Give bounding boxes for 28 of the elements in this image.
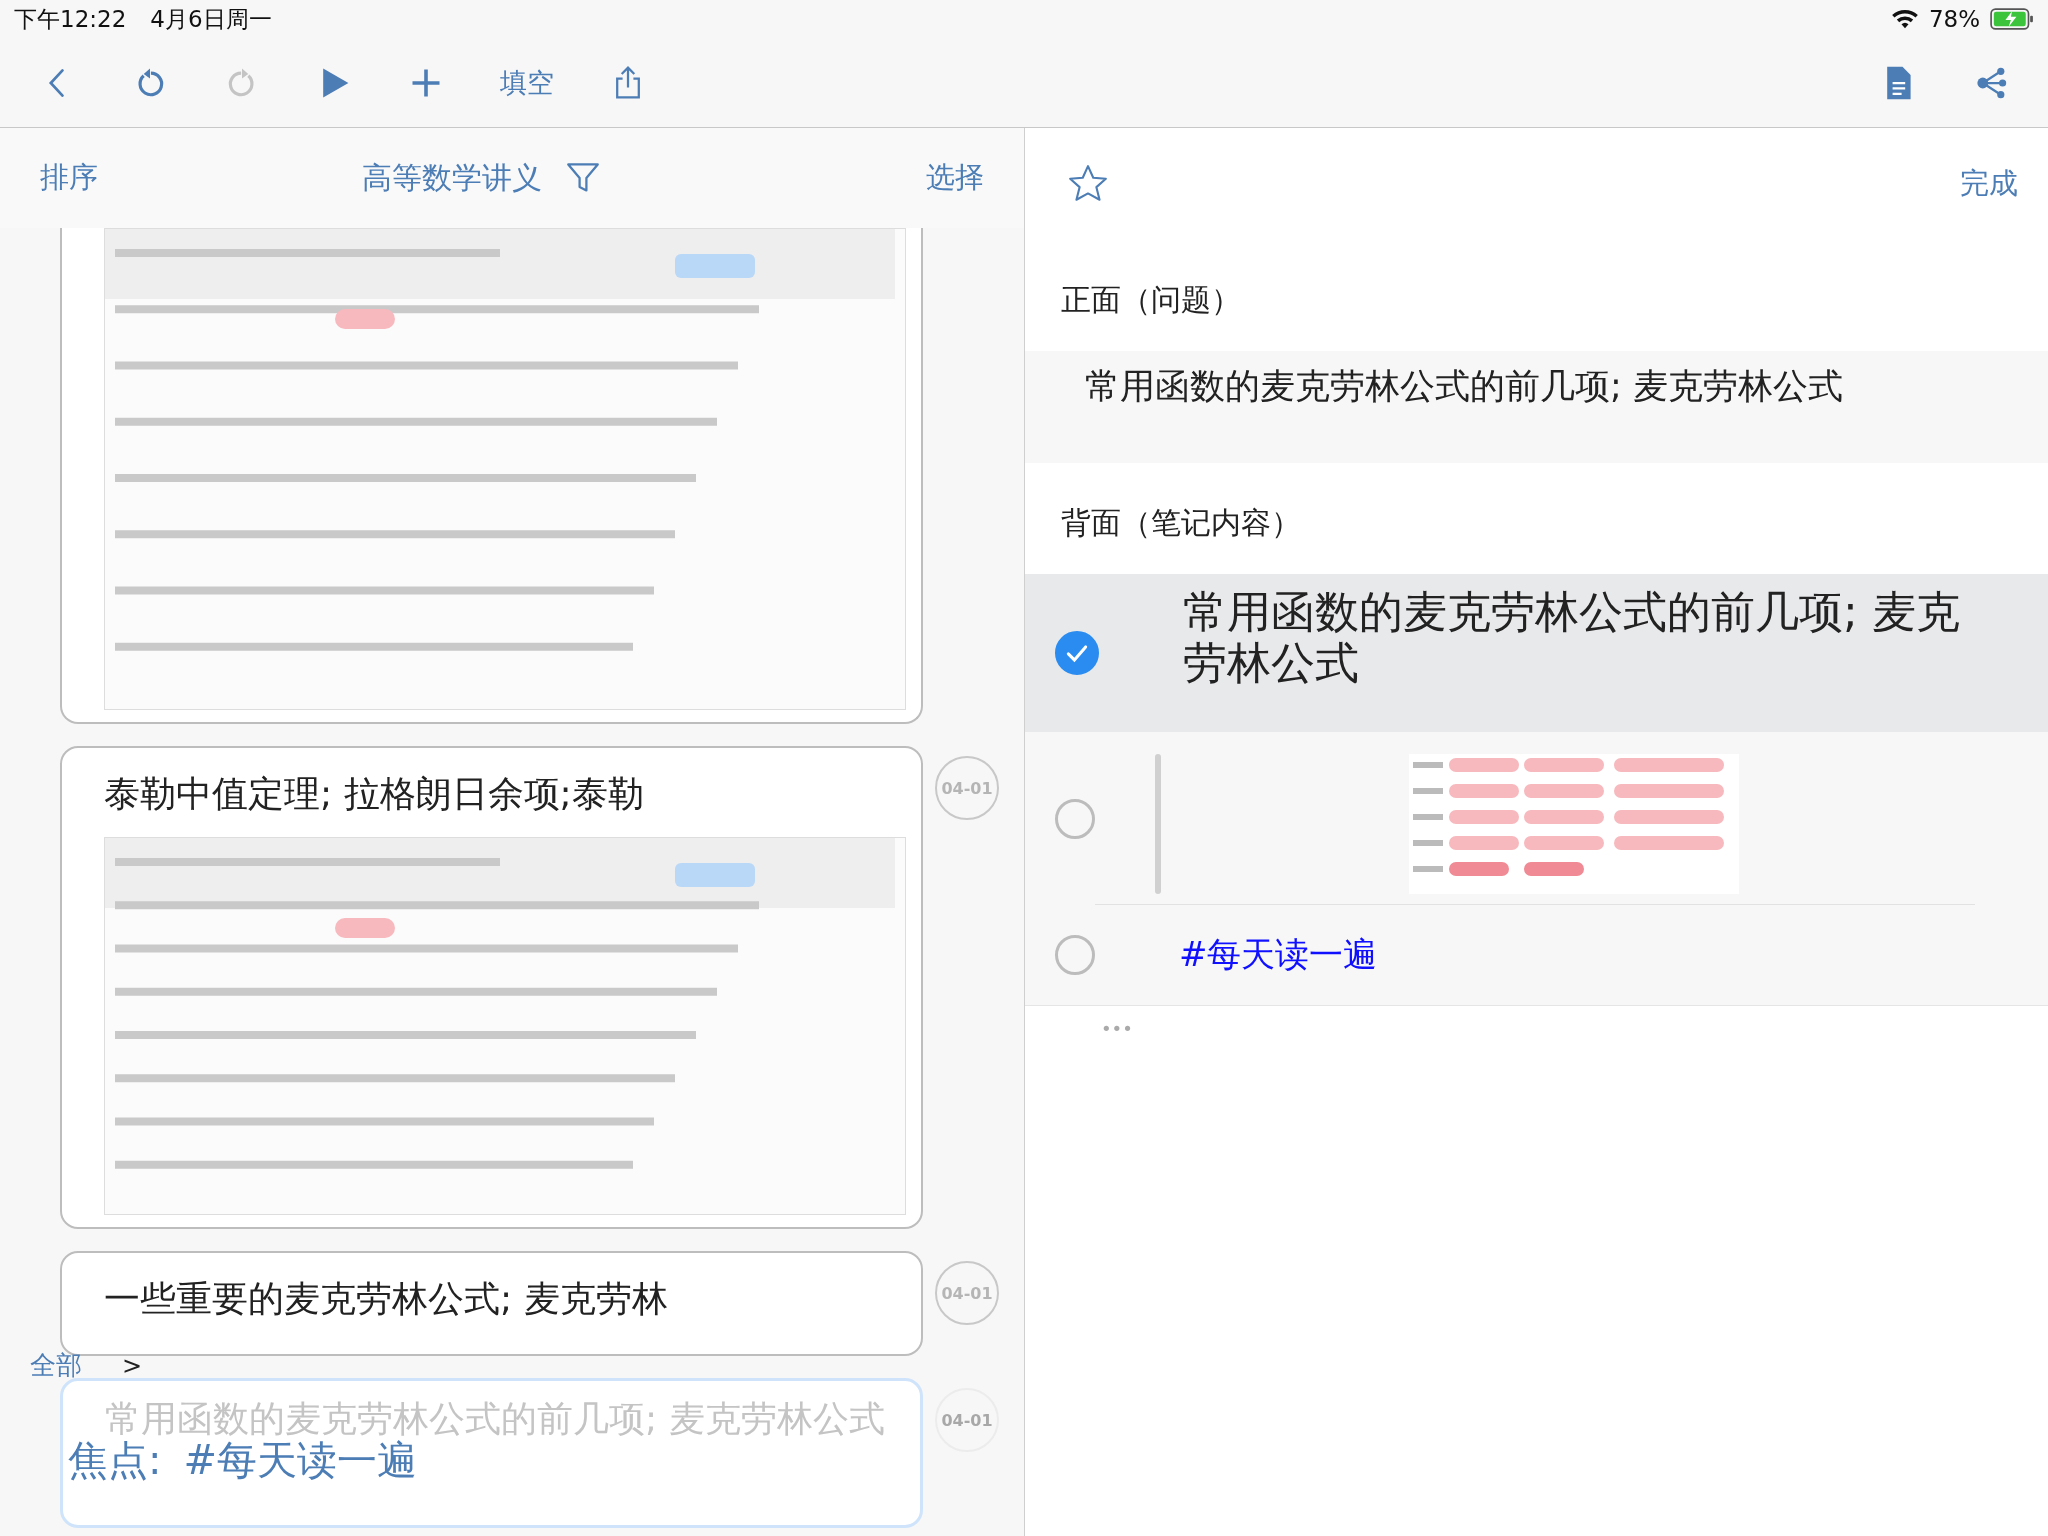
status-date: 4月6日周一 xyxy=(150,4,272,34)
battery-percent: 78% xyxy=(1928,6,1980,32)
status-time: 下午12:22 xyxy=(14,4,127,34)
date-badge: 04-01 xyxy=(935,1261,999,1325)
select-button[interactable]: 选择 xyxy=(926,158,984,198)
section-label: 正面（问题） xyxy=(1060,281,1242,319)
note-item[interactable]: #每天读一遍 xyxy=(1025,905,2048,1005)
radio-button[interactable] xyxy=(1055,935,1095,975)
card-title: 一些重要的麦克劳林公式; 麦克劳林 xyxy=(104,1277,668,1321)
radio-button[interactable] xyxy=(1055,798,1095,839)
sort-button[interactable]: 排序 xyxy=(40,158,98,198)
filter-icon[interactable] xyxy=(566,161,600,195)
battery-icon xyxy=(1990,7,2034,31)
more-icon[interactable]: ••• xyxy=(1025,1006,2048,1039)
note-card[interactable]: 泰勒中值定理; 拉格朗日余项;泰勒 xyxy=(60,746,923,1229)
front-field[interactable]: 常用函数的麦克劳林公式的前几项; 麦克劳林公式 xyxy=(1025,351,2048,463)
radio-button[interactable] xyxy=(1055,631,1099,675)
deck-title[interactable]: 高等数学讲义 xyxy=(362,157,542,199)
card-title: 泰勒中值定理; 拉格朗日余项;泰勒 xyxy=(104,772,644,816)
note-text: 常用函数的麦克劳林公式的前几项; 麦克劳林公式 xyxy=(1182,585,1961,690)
tag-link[interactable]: #每天读一遍 xyxy=(1095,932,1378,978)
fill-blank-button[interactable]: 填空 xyxy=(500,64,554,101)
date-badge: 04-01 xyxy=(935,1388,999,1452)
section-label: 背面（笔记内容） xyxy=(1060,504,1302,542)
wifi-icon xyxy=(1890,8,1919,30)
done-button[interactable]: 完成 xyxy=(1960,164,2018,204)
note-item[interactable]: 常用函数的麦克劳林公式的前几项; 麦克劳林公式 xyxy=(1025,574,2048,732)
date-badge: 04-01 xyxy=(935,756,999,820)
